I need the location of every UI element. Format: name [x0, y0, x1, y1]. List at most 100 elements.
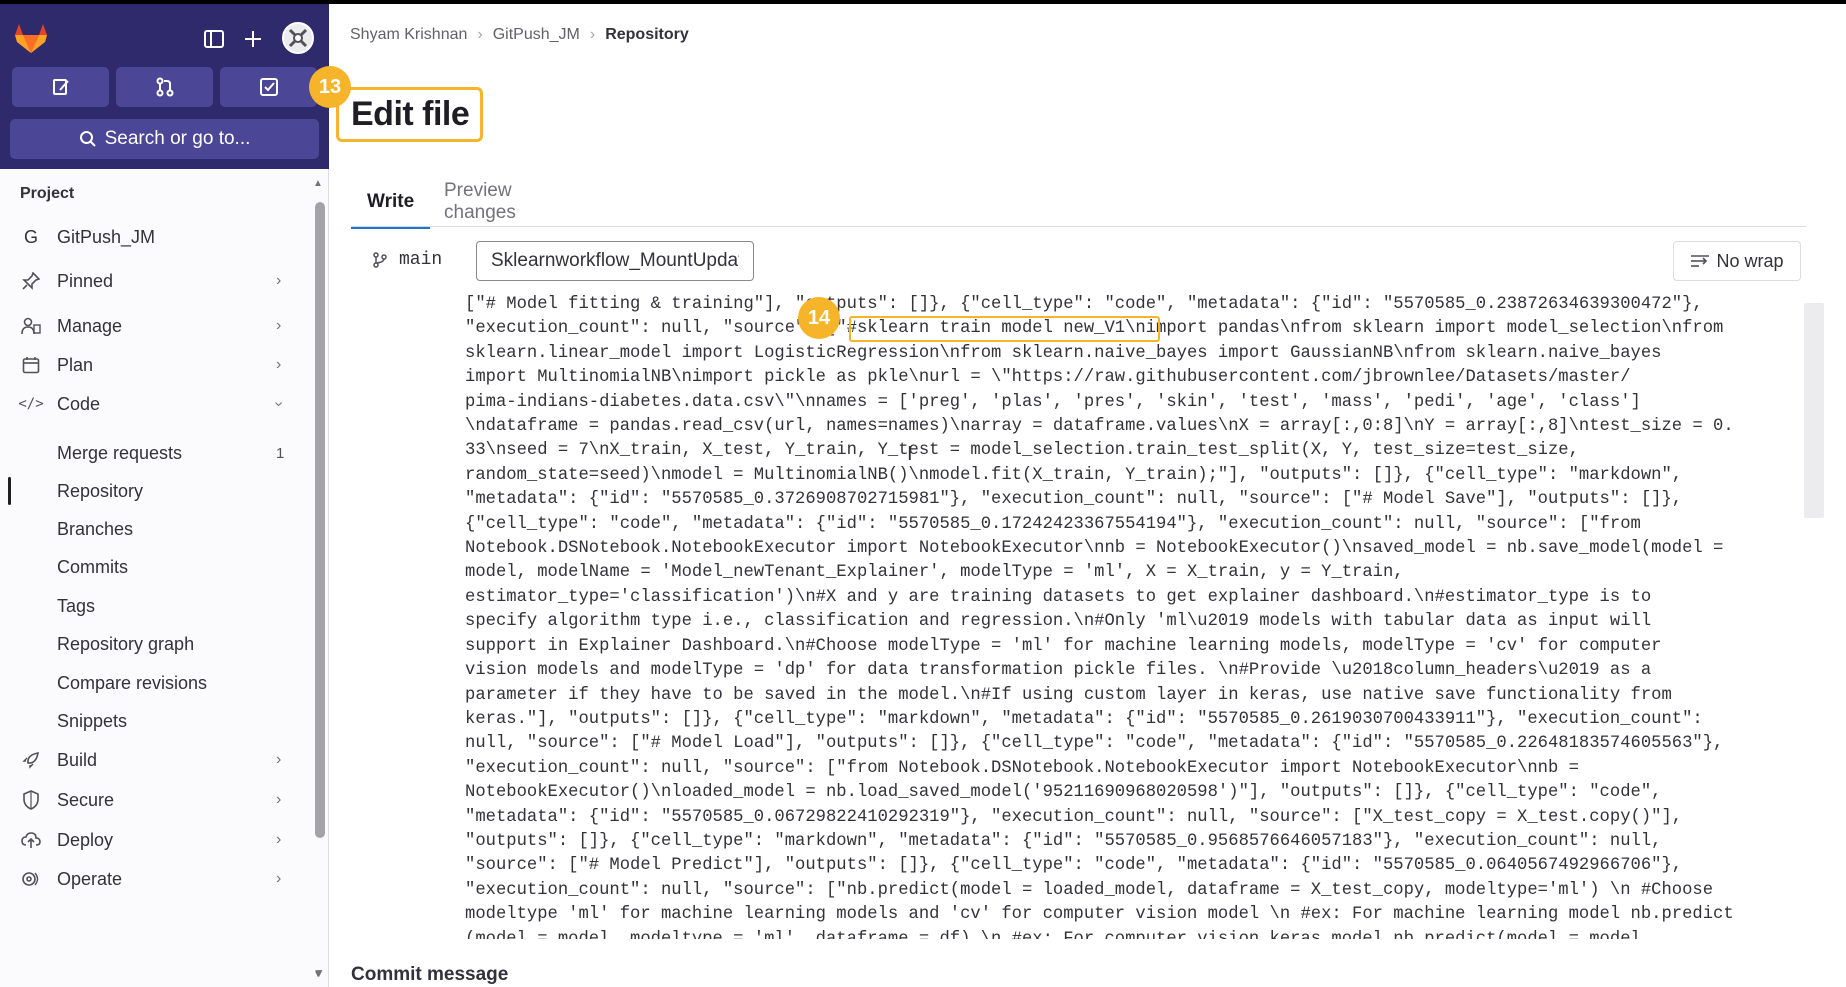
code-line[interactable]: null, "source": ["# Model Load"], "outpu… — [465, 732, 1797, 756]
no-wrap-label: No wrap — [1716, 250, 1784, 271]
editor-scrollbar[interactable] — [1804, 303, 1824, 518]
sidebar-item-secure[interactable]: Secure › — [0, 780, 315, 820]
commit-message-label: Commit message — [351, 964, 509, 985]
code-line[interactable]: sklearn.linear_model import LogisticRegr… — [465, 342, 1797, 366]
code-line[interactable]: modeltype 'ml' for machine learning mode… — [465, 903, 1797, 927]
sidebar-item-branches[interactable]: Branches — [0, 509, 315, 549]
search-icon — [79, 131, 96, 147]
sidebar-scroll-up-icon[interactable]: ▲ — [313, 178, 327, 190]
sidebar-item-snippets[interactable]: Snippets — [0, 701, 315, 741]
chevron-down-icon: › — [270, 401, 288, 407]
deploy-icon — [20, 829, 42, 851]
code-line[interactable]: estimator_type='classification')\n#X and… — [465, 586, 1797, 610]
code-line[interactable]: keras."], "outputs": []}, {"cell_type": … — [465, 708, 1797, 732]
sidebar-item-pinned[interactable]: Pinned › — [0, 261, 315, 301]
code-content[interactable]: ["# Model fitting & training"], "outputs… — [465, 293, 1797, 939]
sidebar-item-label: Manage — [57, 315, 123, 336]
code-icon: </> — [18, 396, 44, 412]
code-line[interactable]: "outputs": []}, {"cell_type": "markdown"… — [465, 830, 1797, 854]
code-line[interactable]: specify algorithm type i.e., classificat… — [465, 610, 1797, 634]
code-line[interactable]: "execution_count": null, "source": ["nb.… — [465, 879, 1797, 903]
code-line[interactable]: model, modelName = 'Model_newTenant_Expl… — [465, 561, 1797, 585]
branch-name: main — [399, 250, 443, 270]
tab-write[interactable]: Write — [350, 178, 431, 229]
code-editor[interactable]: ["# Model fitting & training"], "outputs… — [465, 293, 1797, 939]
search-label: Search or go to... — [104, 128, 251, 149]
issues-button[interactable] — [12, 67, 109, 107]
sidebar-item-label: Snippets — [57, 710, 128, 731]
code-line[interactable]: ["# Model fitting & training"], "outputs… — [465, 293, 1797, 317]
tab-preview-changes[interactable]: Preview changes — [444, 178, 516, 226]
calendar-icon — [20, 354, 42, 376]
code-line[interactable]: \ndataframe = pandas.read_csv(url, names… — [465, 415, 1797, 439]
sidebar-item-project[interactable]: G GitPush_JM — [0, 217, 315, 257]
code-line[interactable]: "execution_count": null, "source": ["fro… — [465, 757, 1797, 781]
chevron-right-icon: › — [276, 831, 282, 848]
chevron-right-icon: › — [276, 751, 282, 768]
sidebar-item-compare-revisions[interactable]: Compare revisions — [0, 663, 315, 703]
create-new-icon[interactable] — [240, 26, 266, 52]
users-icon — [20, 315, 42, 337]
code-line[interactable]: (model = model, modeltype = 'ml', datafr… — [465, 928, 1797, 939]
sidebar-item-plan[interactable]: Plan › — [0, 345, 315, 385]
wrap-icon — [1691, 255, 1710, 267]
sidebar-item-label: Build — [57, 749, 98, 770]
breadcrumb-current[interactable]: Repository — [605, 26, 689, 44]
sidebar-item-label: Tags — [57, 595, 96, 616]
code-line[interactable]: support in Explainer Dashboard.\n#Choose… — [465, 635, 1797, 659]
sidebar-item-manage[interactable]: Manage › — [0, 306, 315, 346]
code-line[interactable]: vision models and modelType = 'dp' for d… — [465, 659, 1797, 683]
merge-requests-button[interactable] — [116, 67, 213, 107]
code-line[interactable]: "source": ["# Model Predict"], "outputs"… — [465, 854, 1797, 878]
code-line[interactable]: parameter if they have to be saved in th… — [465, 684, 1797, 708]
project-initial-icon: G — [23, 226, 38, 247]
file-name-input[interactable] — [476, 241, 754, 281]
sidebar-item-label: Plan — [57, 354, 94, 375]
sidebar-item-label: Deploy — [57, 829, 114, 850]
code-highlight — [849, 316, 1160, 342]
sidebar-toggle-icon[interactable] — [201, 26, 227, 52]
operate-icon — [20, 868, 42, 890]
no-wrap-button[interactable]: No wrap — [1673, 241, 1801, 281]
sidebar-item-commits[interactable]: Commits — [0, 547, 315, 587]
sidebar-scrollbar[interactable] — [315, 202, 325, 838]
code-line[interactable]: {"cell_type": "code", "metadata": {"id":… — [465, 513, 1797, 537]
sidebar-item-label: GitPush_JM — [57, 226, 156, 247]
step-badge-13: 13 — [309, 66, 351, 108]
issues-icon — [52, 79, 69, 95]
code-line[interactable]: pima-indians-diabetes.data.csv\"\nnames … — [465, 391, 1797, 415]
sidebar-item-label: Pinned — [57, 270, 114, 291]
breadcrumb-user[interactable]: Shyam Krishnan — [350, 26, 467, 44]
shield-icon — [20, 789, 42, 811]
sidebar-item-repository-graph[interactable]: Repository graph — [0, 624, 315, 664]
code-line[interactable]: "metadata": {"id": "5570585_0.0672982241… — [465, 806, 1797, 830]
sidebar-header: Search or go to... — [0, 4, 329, 169]
code-line[interactable]: 33\nseed = 7\nX_train, X_test, Y_train, … — [465, 439, 1797, 463]
merge-request-icon — [156, 77, 173, 97]
sidebar-item-repository[interactable]: Repository — [0, 471, 315, 511]
sidebar-item-code[interactable]: </> Code › — [0, 384, 315, 424]
sidebar-item-label: Repository — [57, 480, 144, 501]
chevron-down-icon[interactable]: ▼ — [313, 966, 325, 980]
tabs-divider — [351, 226, 1806, 227]
code-line[interactable]: random_state=seed)\nmodel = MultinomialN… — [465, 464, 1797, 488]
todo-button[interactable] — [220, 67, 317, 107]
code-line[interactable]: NotebookExecutor()\nloaded_model = nb.lo… — [465, 781, 1797, 805]
sidebar-item-tags[interactable]: Tags — [0, 586, 315, 626]
chevron-right-icon: › — [589, 26, 596, 43]
sidebar-item-label: Repository graph — [57, 633, 195, 654]
sidebar-item-deploy[interactable]: Deploy › — [0, 820, 315, 860]
sidebar-item-operate[interactable]: Operate › — [0, 859, 315, 899]
todo-icon — [259, 78, 278, 96]
user-avatar[interactable] — [282, 22, 314, 54]
sidebar-item-merge-requests[interactable]: Merge requests 1 — [0, 433, 315, 473]
code-line[interactable]: "metadata": {"id": "5570585_0.3726908702… — [465, 488, 1797, 512]
chevron-right-icon: › — [276, 272, 282, 289]
code-line[interactable]: import MultinomialNB\nimport pickle as p… — [465, 366, 1797, 390]
breadcrumb-project[interactable]: GitPush_JM — [493, 26, 580, 44]
step-badge-14: 14 — [798, 297, 840, 339]
gitlab-logo-icon[interactable] — [14, 22, 48, 54]
code-line[interactable]: Notebook.DSNotebook.NotebookExecutor imp… — [465, 537, 1797, 561]
sidebar-item-build[interactable]: Build › — [0, 740, 315, 780]
search-button[interactable]: Search or go to... — [10, 119, 319, 159]
